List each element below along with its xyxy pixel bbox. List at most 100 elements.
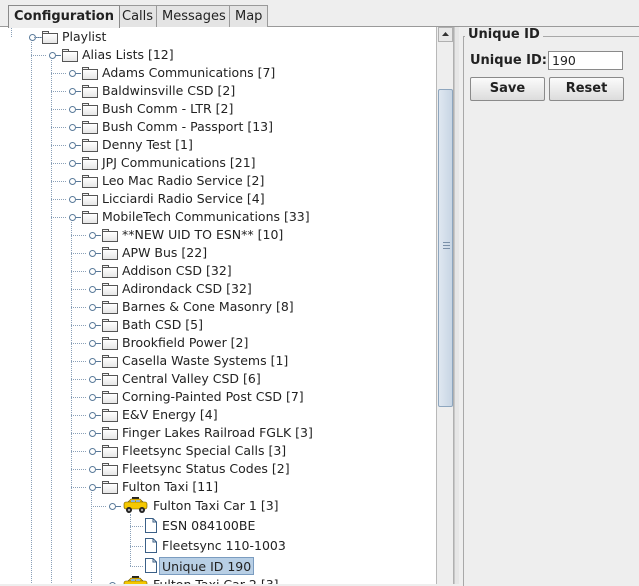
tree-node-alias-id[interactable]: Fleetsync 110-1003 [162, 537, 286, 555]
tab-map[interactable]: Map [229, 5, 269, 27]
tree-node-playlist[interactable]: Playlist [62, 28, 106, 46]
tree-node-alias-list[interactable]: Bush Comm - Passport [13] [102, 118, 273, 136]
tree-guide-line [71, 235, 86, 236]
tree-node-alias-id[interactable]: ESN 084100BE [162, 517, 255, 535]
tree-node-taxi-car[interactable]: Fulton Taxi Car 2 [3] [153, 576, 279, 584]
tree-expand-handle-icon[interactable] [88, 249, 101, 258]
tree-expand-handle-icon[interactable] [68, 69, 81, 78]
tree-node-alias-list[interactable]: Leo Mac Radio Service [2] [102, 172, 264, 190]
tree-guide-line [71, 397, 86, 398]
tab-configuration[interactable]: Configuration [8, 5, 120, 28]
tree-node-alias-list[interactable]: Fleetsync Special Calls [3] [122, 442, 286, 460]
folder-body [102, 447, 118, 458]
tree-node-alias-list[interactable]: Baldwinsville CSD [2] [102, 82, 235, 100]
folder-icon [102, 409, 118, 422]
tree-node-alias-list[interactable]: Fulton Taxi [11] [122, 478, 218, 496]
tree-node-alias-list[interactable]: JPJ Communications [21] [102, 154, 256, 172]
tree-expand-handle-icon[interactable] [88, 321, 101, 330]
tree-guide-line [71, 307, 86, 308]
folder-body [82, 123, 98, 134]
reset-button[interactable]: Reset [549, 77, 624, 101]
tree-node-alias-list[interactable]: Central Valley CSD [6] [122, 370, 261, 388]
tree-expand-handle-icon[interactable] [48, 51, 61, 60]
folder-icon [82, 139, 98, 152]
folder-body [102, 357, 118, 368]
tree-node-alias-list[interactable]: Finger Lakes Railroad FGLK [3] [122, 424, 313, 442]
tree-expand-handle-icon[interactable] [88, 231, 101, 240]
folder-icon [102, 463, 118, 476]
folder-icon [102, 355, 118, 368]
tree-node-alias-list[interactable]: **NEW UID TO ESN** [10] [122, 226, 283, 244]
folder-icon [102, 373, 118, 386]
folder-body [62, 51, 78, 62]
tree-guide-line [31, 42, 32, 584]
tree-expand-handle-icon[interactable] [88, 483, 101, 492]
folder-icon [82, 157, 98, 170]
unique-id-input[interactable]: 190 [548, 51, 623, 70]
tree-node-alias-list[interactable]: Adams Communications [7] [102, 64, 275, 82]
tree-expand-handle-icon[interactable] [88, 267, 101, 276]
tree-node-alias-list[interactable]: Bush Comm - LTR [2] [102, 100, 233, 118]
tree-expand-handle-icon[interactable] [68, 195, 81, 204]
tree-node-alias-list[interactable]: Corning-Painted Post CSD [7] [122, 388, 304, 406]
tree-node-alias-list[interactable]: E&V Energy [4] [122, 406, 218, 424]
tree-node-alias-list[interactable]: Casella Waste Systems [1] [122, 352, 288, 370]
tree-node-alias-list[interactable]: Brookfield Power [2] [122, 334, 248, 352]
tree-vertical-scrollbar[interactable] [436, 27, 453, 584]
tree-node-alias-list[interactable]: Adirondack CSD [32] [122, 280, 252, 298]
tree-node-alias-list[interactable]: Barnes & Cone Masonry [8] [122, 298, 294, 316]
tree-node-alias-lists[interactable]: Alias Lists [12] [82, 46, 174, 64]
tab-messages[interactable]: Messages [156, 5, 232, 27]
folder-body [102, 267, 118, 278]
tree-expand-handle-icon[interactable] [68, 87, 81, 96]
tree-guide-line [51, 145, 66, 146]
tab-calls[interactable]: Calls [116, 5, 160, 27]
tree-guide-line [51, 73, 66, 74]
tree-node-taxi-car[interactable]: Fulton Taxi Car 1 [3] [153, 497, 279, 515]
tree-expand-handle-icon[interactable] [68, 177, 81, 186]
tree-guide-line [71, 222, 72, 584]
tree-node-alias-list[interactable]: Denny Test [1] [102, 136, 193, 154]
tree-node-alias-list[interactable]: APW Bus [22] [122, 244, 207, 262]
tree-node-alias-list[interactable]: Bath CSD [5] [122, 316, 203, 334]
folder-body [82, 69, 98, 80]
tree-expand-handle-icon[interactable] [68, 159, 81, 168]
tree-guide-line [71, 379, 86, 380]
tree-expand-handle-icon[interactable] [88, 375, 101, 384]
tree-node-unique-id-selected[interactable]: Unique ID 190 [159, 557, 255, 575]
tree-expand-handle-icon[interactable] [88, 393, 101, 402]
tree-expand-handle-icon[interactable] [88, 357, 101, 366]
tree-guide-line [71, 415, 86, 416]
unique-id-label: Unique ID: [470, 53, 547, 68]
folder-icon [82, 85, 98, 98]
tree-expand-handle-icon[interactable] [88, 339, 101, 348]
scroll-up-button[interactable] [438, 27, 453, 42]
scroll-thumb[interactable] [438, 89, 453, 407]
tree-expand-handle-icon[interactable] [108, 502, 121, 511]
tree-expand-handle-icon[interactable] [68, 213, 81, 222]
tree-expand-handle-icon[interactable] [88, 447, 101, 456]
tree-expand-handle-icon[interactable] [88, 411, 101, 420]
tree-node-alias-list[interactable]: MobileTech Communications [33] [102, 208, 310, 226]
folder-body [82, 87, 98, 98]
tree-expand-handle-icon[interactable] [68, 105, 81, 114]
tree-expand-handle-icon[interactable] [88, 465, 101, 474]
save-button[interactable]: Save [470, 77, 545, 101]
tree-node-alias-list[interactable]: Fleetsync Status Codes [2] [122, 460, 290, 478]
folder-body [102, 321, 118, 332]
chevron-up-icon [442, 32, 449, 36]
tree-expand-handle-icon[interactable] [88, 285, 101, 294]
tree-expand-handle-icon[interactable] [88, 303, 101, 312]
tree-expand-handle-icon[interactable] [88, 429, 101, 438]
tree-node-alias-list[interactable]: Licciardi Radio Service [4] [102, 190, 265, 208]
tree-guide-line [31, 55, 46, 56]
tree-guide-line [130, 514, 131, 566]
tree-guide-line [71, 253, 86, 254]
tree-node-alias-list[interactable]: Addison CSD [32] [122, 262, 232, 280]
folder-icon [82, 121, 98, 134]
folder-icon [82, 175, 98, 188]
tree-expand-handle-icon[interactable] [68, 141, 81, 150]
tree-expand-handle-icon[interactable] [68, 123, 81, 132]
tree-guide-line [51, 199, 66, 200]
playlist-tree[interactable]: Playlist Alias Lists [12] Adams Communicat… [0, 27, 454, 584]
